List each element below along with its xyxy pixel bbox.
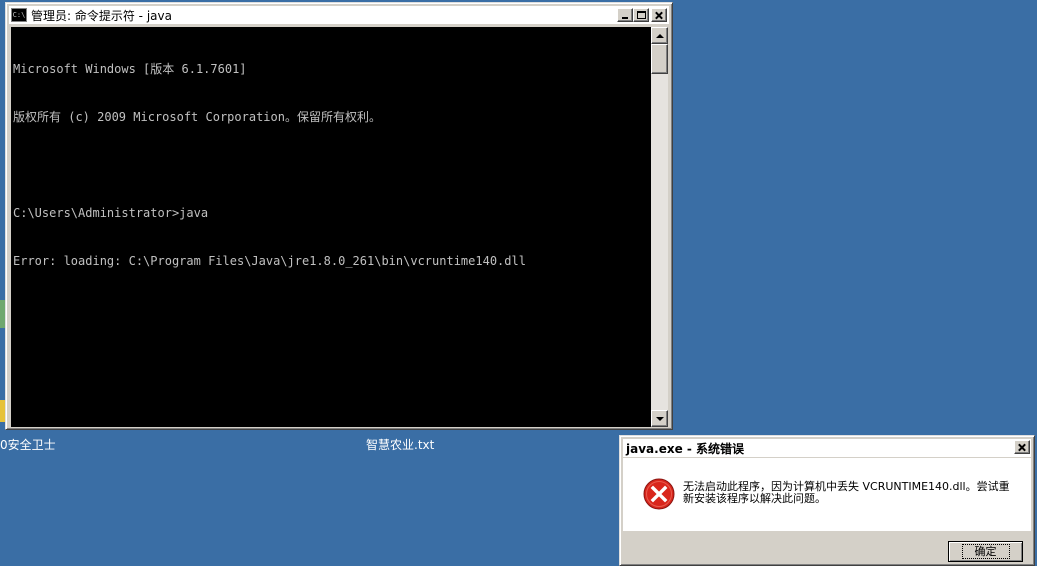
- desktop-icon-security-guard-label[interactable]: 0安全卫士: [0, 436, 56, 453]
- dialog-body: 无法启动此程序，因为计算机中丢失 VCRUNTIME140.dll。尝试重新安装…: [623, 458, 1031, 531]
- arrow-down-icon: [655, 416, 664, 421]
- maximize-button[interactable]: [633, 8, 649, 22]
- dialog-title: java.exe - 系统错误: [626, 441, 745, 456]
- ok-button[interactable]: 确定: [948, 541, 1023, 562]
- window-titlebar[interactable]: C:\ 管理员: 命令提示符 - java: [9, 6, 669, 24]
- system-error-dialog[interactable]: java.exe - 系统错误 无法启动此程序，因为计算机中丢失 VCRUNTI…: [619, 435, 1035, 566]
- vertical-scrollbar[interactable]: [651, 27, 668, 427]
- maximize-icon: [636, 11, 646, 19]
- scroll-down-button[interactable]: [651, 410, 668, 427]
- console-line: Error: loading: C:\Program Files\Java\jr…: [13, 254, 526, 268]
- error-icon: [643, 478, 675, 510]
- dialog-close-button[interactable]: [1014, 440, 1030, 454]
- scrollbar-thumb[interactable]: [651, 44, 668, 74]
- minimize-icon: [622, 17, 628, 19]
- ok-button-label: 确定: [961, 544, 1010, 559]
- close-icon: [655, 12, 663, 19]
- desktop-icon-txt-file-label[interactable]: 智慧农业.txt: [366, 436, 434, 453]
- console-line: C:\Users\Administrator>java: [13, 206, 209, 220]
- minimize-button[interactable]: [617, 8, 633, 22]
- window-controls: [617, 8, 667, 22]
- dialog-footer: 确定: [623, 531, 1031, 562]
- cmd-app-icon[interactable]: C:\: [11, 8, 27, 22]
- scroll-up-button[interactable]: [651, 27, 668, 44]
- console-output[interactable]: Microsoft Windows [版本 6.1.7601] 版权所有 (c)…: [11, 27, 651, 427]
- command-prompt-window[interactable]: C:\ 管理员: 命令提示符 - java Microsoft Windows …: [5, 2, 673, 430]
- console-line: 版权所有 (c) 2009 Microsoft Corporation。保留所有…: [13, 110, 381, 124]
- dialog-titlebar[interactable]: java.exe - 系统错误: [623, 439, 1031, 457]
- error-message: 无法启动此程序，因为计算机中丢失 VCRUNTIME140.dll。尝试重新安装…: [683, 480, 1010, 505]
- close-icon: [1018, 444, 1026, 451]
- arrow-up-icon: [655, 33, 664, 38]
- close-button[interactable]: [651, 8, 667, 22]
- console-line: Microsoft Windows [版本 6.1.7601]: [13, 62, 247, 76]
- window-title: 管理员: 命令提示符 - java: [31, 8, 172, 23]
